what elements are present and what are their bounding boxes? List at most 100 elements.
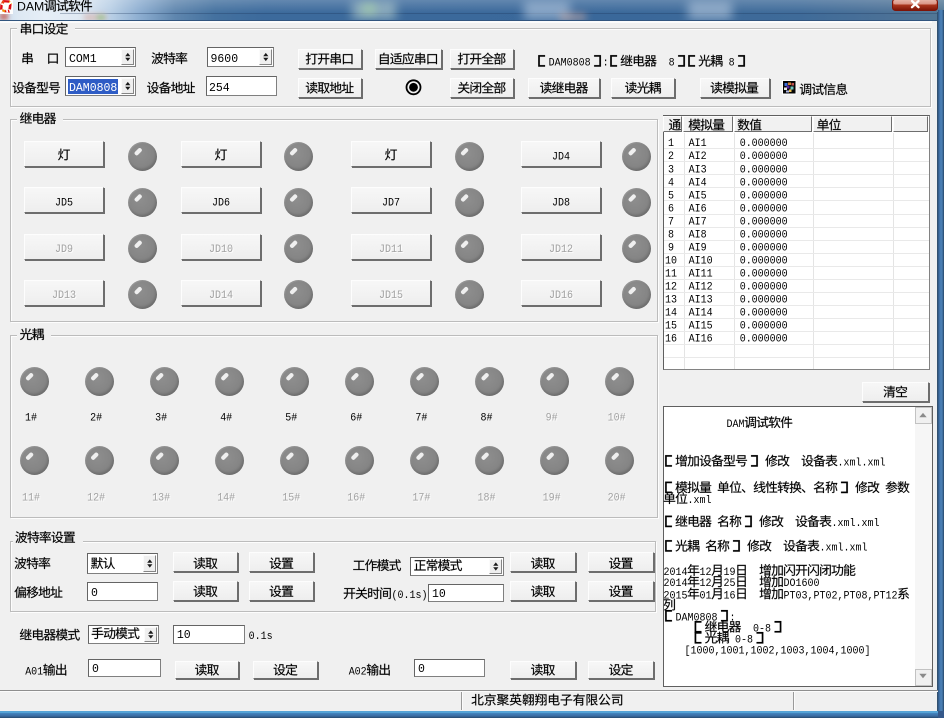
svg-text:3: 3 bbox=[668, 164, 674, 176]
svg-text:JD14: JD14 bbox=[209, 290, 233, 302]
svg-text:AI16: AI16 bbox=[689, 334, 713, 346]
svg-text:JD7: JD7 bbox=[382, 198, 400, 210]
svg-text:0: 0 bbox=[92, 662, 99, 676]
svg-text:0.000000: 0.000000 bbox=[740, 282, 788, 294]
svg-text:AI10: AI10 bbox=[689, 256, 713, 268]
svg-text:DAM0808: DAM0808 bbox=[549, 58, 591, 70]
svg-text:9#: 9# bbox=[546, 413, 558, 425]
svg-text:13: 13 bbox=[665, 295, 677, 307]
svg-text:COM1: COM1 bbox=[69, 52, 97, 66]
svg-text:2015: 2015 bbox=[664, 590, 688, 602]
svg-text:.xml: .xml bbox=[688, 495, 712, 507]
svg-text:AI13: AI13 bbox=[689, 295, 713, 307]
svg-text:0-8: 0-8 bbox=[753, 623, 771, 635]
svg-text:14: 14 bbox=[665, 308, 677, 320]
svg-text:0.000000: 0.000000 bbox=[740, 151, 788, 163]
svg-text:13#: 13# bbox=[152, 492, 170, 504]
svg-text:JD16: JD16 bbox=[549, 290, 573, 302]
svg-text:0.000000: 0.000000 bbox=[740, 321, 788, 333]
svg-text:0.000000: 0.000000 bbox=[740, 138, 788, 150]
svg-text:0.000000: 0.000000 bbox=[740, 203, 788, 215]
svg-text:.xml.xml: .xml.xml bbox=[820, 543, 868, 555]
svg-text:16#: 16# bbox=[347, 492, 365, 504]
svg-text:DAM0808: DAM0808 bbox=[676, 612, 718, 624]
svg-text:AI6: AI6 bbox=[689, 203, 707, 215]
svg-text:DO1600: DO1600 bbox=[784, 578, 820, 590]
svg-text:PT03,PT02,PT08,PT12: PT03,PT02,PT08,PT12 bbox=[784, 590, 898, 602]
svg-text:0.1s: 0.1s bbox=[249, 631, 273, 643]
svg-text:0.000000: 0.000000 bbox=[740, 190, 788, 202]
svg-text:3#: 3# bbox=[155, 413, 167, 425]
svg-text:2014: 2014 bbox=[664, 567, 688, 579]
svg-text:JD12: JD12 bbox=[549, 244, 573, 256]
svg-text:12#: 12# bbox=[87, 492, 105, 504]
svg-text:.xml.xml: .xml.xml bbox=[832, 518, 880, 530]
svg-text:AI3: AI3 bbox=[689, 164, 707, 176]
svg-text:JD11: JD11 bbox=[379, 244, 403, 256]
svg-text:4#: 4# bbox=[220, 413, 232, 425]
svg-text:5#: 5# bbox=[285, 413, 297, 425]
svg-text:10: 10 bbox=[432, 587, 446, 601]
svg-text:8#: 8# bbox=[481, 413, 493, 425]
svg-text:20#: 20# bbox=[608, 492, 626, 504]
svg-text:0.000000: 0.000000 bbox=[740, 295, 788, 307]
svg-text:7#: 7# bbox=[415, 413, 427, 425]
svg-text:AI9: AI9 bbox=[689, 242, 707, 254]
svg-text:2: 2 bbox=[668, 151, 674, 163]
svg-text:4: 4 bbox=[668, 177, 674, 189]
svg-text:JD5: JD5 bbox=[55, 198, 73, 210]
svg-text:5: 5 bbox=[668, 190, 674, 202]
svg-text:JD8: JD8 bbox=[552, 198, 570, 210]
svg-text:10: 10 bbox=[177, 628, 191, 642]
svg-text:2014: 2014 bbox=[664, 578, 688, 590]
svg-text::: : bbox=[730, 612, 736, 624]
svg-text:1#: 1# bbox=[25, 413, 37, 425]
svg-text:AI15: AI15 bbox=[689, 321, 713, 333]
svg-text:8: 8 bbox=[729, 58, 735, 70]
svg-text:6: 6 bbox=[668, 203, 674, 215]
svg-text:12: 12 bbox=[665, 282, 677, 294]
svg-text:0.000000: 0.000000 bbox=[740, 269, 788, 281]
svg-text:JD15: JD15 bbox=[379, 290, 403, 302]
svg-text:JD10: JD10 bbox=[209, 244, 233, 256]
svg-text:AI8: AI8 bbox=[689, 229, 707, 241]
svg-text:DAM: DAM bbox=[727, 419, 745, 431]
svg-text:254: 254 bbox=[209, 81, 230, 95]
svg-text:AI11: AI11 bbox=[689, 269, 713, 281]
svg-text:01: 01 bbox=[700, 590, 712, 602]
svg-text:9600: 9600 bbox=[211, 52, 239, 66]
svg-text:6#: 6# bbox=[350, 413, 362, 425]
svg-text:15#: 15# bbox=[282, 492, 300, 504]
svg-text:JD13: JD13 bbox=[52, 290, 76, 302]
svg-text:0: 0 bbox=[418, 662, 425, 676]
svg-text:7: 7 bbox=[668, 216, 674, 228]
svg-text:0.000000: 0.000000 bbox=[740, 229, 788, 241]
svg-text:A01: A01 bbox=[25, 667, 43, 679]
svg-text:AI14: AI14 bbox=[689, 308, 713, 320]
svg-text:AI4: AI4 bbox=[689, 177, 707, 189]
svg-text:8: 8 bbox=[668, 229, 674, 241]
svg-text:12: 12 bbox=[700, 567, 712, 579]
svg-text:0: 0 bbox=[91, 586, 98, 600]
svg-text:DAM: DAM bbox=[17, 2, 44, 14]
svg-text:16: 16 bbox=[665, 334, 677, 346]
svg-text:JD9: JD9 bbox=[55, 244, 73, 256]
svg-text:0.000000: 0.000000 bbox=[740, 256, 788, 268]
svg-text:[1000,1001,1002,1003,1004,1000: [1000,1001,1002,1003,1004,1000] bbox=[685, 646, 871, 658]
svg-text:19#: 19# bbox=[543, 492, 561, 504]
svg-text:11#: 11# bbox=[22, 492, 40, 504]
svg-text:.xml.xml: .xml.xml bbox=[838, 458, 886, 470]
svg-text:JD4: JD4 bbox=[552, 151, 570, 163]
svg-text:14#: 14# bbox=[217, 492, 235, 504]
svg-text:0.000000: 0.000000 bbox=[740, 164, 788, 176]
svg-text:9: 9 bbox=[668, 242, 674, 254]
svg-text:DAM0808: DAM0808 bbox=[69, 81, 117, 95]
svg-text:19: 19 bbox=[724, 567, 736, 579]
svg-text:(0.1s): (0.1s) bbox=[392, 590, 428, 602]
svg-text:0.000000: 0.000000 bbox=[740, 177, 788, 189]
svg-text:A02: A02 bbox=[349, 667, 367, 679]
svg-text:AI2: AI2 bbox=[689, 151, 707, 163]
svg-text:1: 1 bbox=[668, 138, 674, 150]
svg-text:25: 25 bbox=[724, 578, 736, 590]
svg-text:AI1: AI1 bbox=[689, 138, 707, 150]
